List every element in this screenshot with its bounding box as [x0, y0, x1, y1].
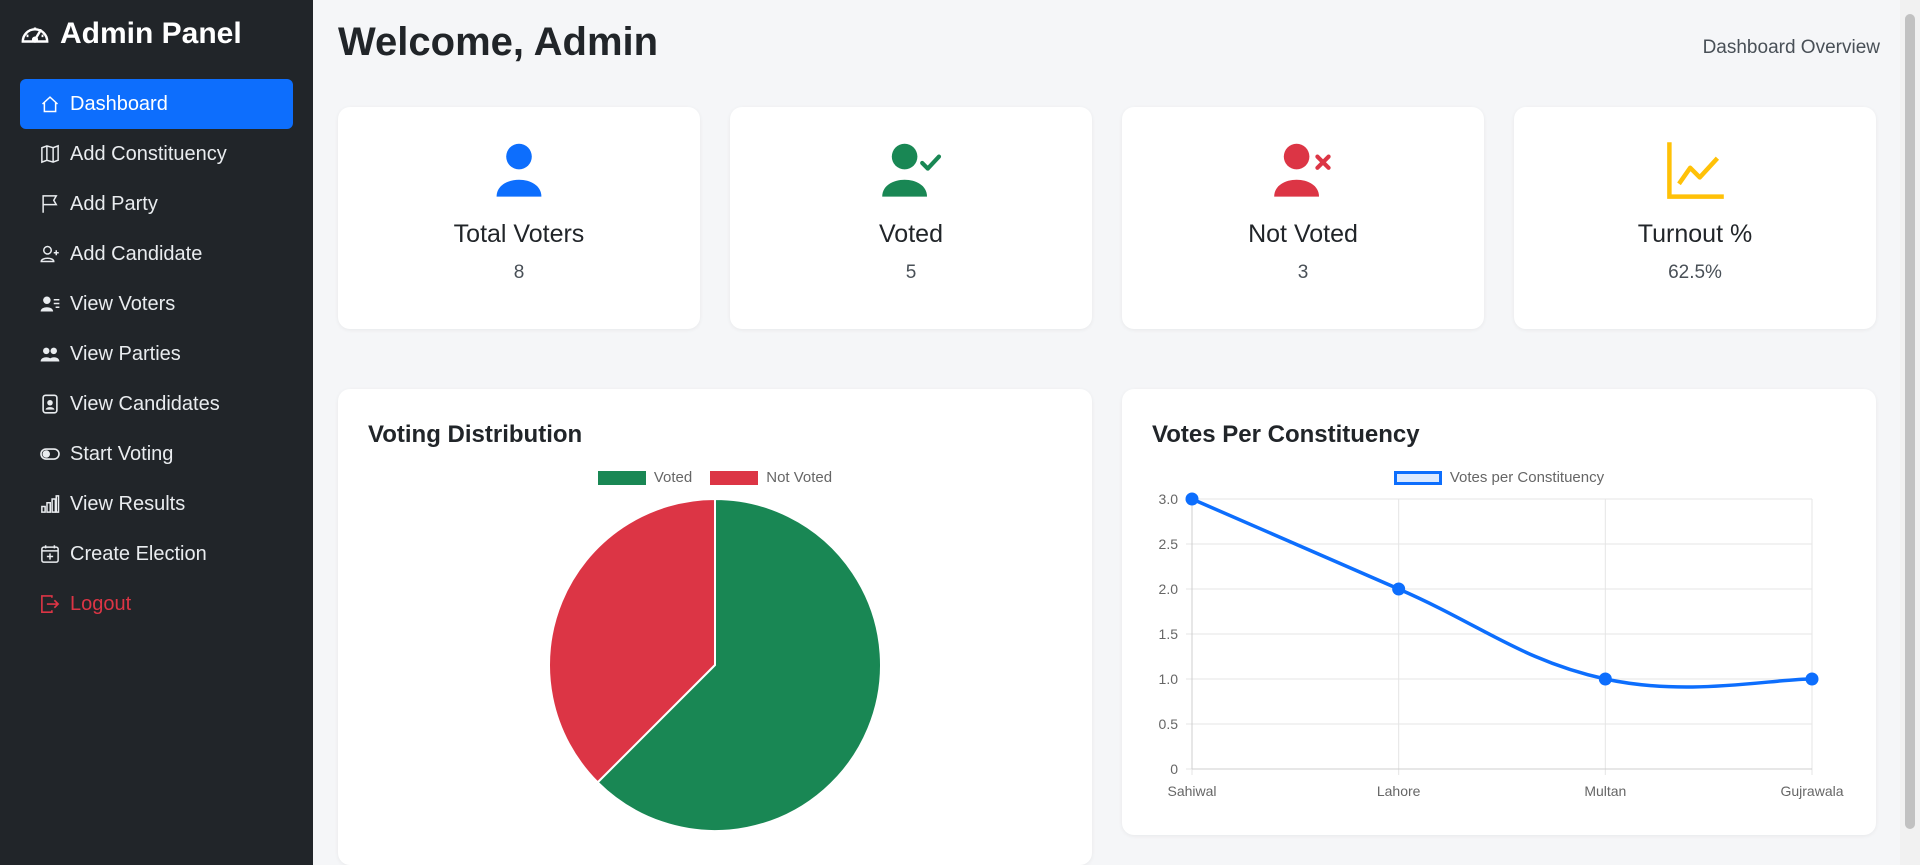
vertical-scrollbar[interactable]	[1900, 0, 1920, 865]
y-tick-label: 1.5	[1159, 626, 1179, 642]
sidebar-item-dashboard[interactable]: Dashboard	[20, 79, 293, 129]
sidebar-item-view-parties[interactable]: View Parties	[20, 329, 293, 379]
sidebar-item-view-voters[interactable]: View Voters	[20, 279, 293, 329]
sidebar-item-label: View Candidates	[70, 392, 220, 415]
people-icon	[40, 347, 60, 362]
map-icon	[41, 144, 59, 164]
x-tick-label: Gujrawala	[1780, 783, 1843, 799]
stat-value: 5	[905, 262, 917, 283]
toggle-icon	[40, 448, 60, 460]
y-tick-label: 3.0	[1159, 491, 1179, 507]
stat-label: Turnout %	[1637, 220, 1753, 248]
sidebar-item-label: Add Constituency	[70, 142, 227, 165]
page-title: Welcome, Admin	[338, 20, 659, 64]
person-badge-icon	[42, 394, 58, 414]
stat-card-voted: Voted 5	[730, 107, 1092, 329]
person-icon	[496, 143, 542, 197]
sidebar-item-add-constituency[interactable]: Add Constituency	[20, 129, 293, 179]
sidebar-item-label: Dashboard	[70, 92, 168, 115]
votes-per-constituency-card: Votes Per Constituency Votes per Constit…	[1122, 389, 1876, 835]
page-subtitle: Dashboard Overview	[1702, 37, 1880, 58]
x-tick-label: Multan	[1584, 783, 1626, 799]
sidebar-item-label: Create Election	[70, 542, 207, 565]
x-tick-label: Sahiwal	[1167, 783, 1216, 799]
sidebar-item-start-voting[interactable]: Start Voting	[20, 429, 293, 479]
stat-card-turnout: Turnout % 62.5%	[1514, 107, 1876, 329]
y-tick-label: 1.0	[1159, 671, 1179, 687]
sidebar-item-add-party[interactable]: Add Party	[20, 179, 293, 229]
sidebar-item-label: Add Party	[70, 192, 158, 215]
sidebar-item-logout[interactable]: Logout	[20, 579, 293, 629]
person-add-icon	[40, 245, 59, 263]
sidebar-item-label: Start Voting	[70, 442, 174, 465]
graph-up-icon	[1667, 142, 1724, 199]
home-icon	[41, 96, 59, 113]
flag-icon	[42, 195, 58, 213]
y-tick-label: 0	[1170, 761, 1178, 777]
y-tick-label: 2.5	[1159, 536, 1179, 552]
stat-card-total-voters: Total Voters 8	[338, 107, 700, 329]
sidebar-item-label: View Results	[70, 492, 186, 515]
brand[interactable]: Admin Panel	[20, 14, 293, 54]
y-tick-label: 0.5	[1159, 716, 1179, 732]
stat-label: Not Voted	[1248, 220, 1358, 248]
data-point-sahiwal[interactable]	[1185, 492, 1199, 506]
stat-value: 62.5%	[1668, 262, 1722, 283]
bar-chart-icon	[41, 495, 60, 513]
voting-distribution-card: Voting Distribution Voted Not Voted	[338, 389, 1092, 865]
data-point-lahore[interactable]	[1392, 582, 1406, 596]
sidebar-item-add-candidate[interactable]: Add Candidate	[20, 229, 293, 279]
sidebar-item-view-results[interactable]: View Results	[20, 479, 293, 529]
sidebar-item-label: Logout	[70, 592, 132, 615]
line-chart: 0 0.5 1.0 1.5 2.0 2.5 3.0 Sahiwal Lahore Multan Gu…	[1159, 491, 1844, 799]
data-point-multan[interactable]	[1598, 672, 1612, 686]
person-lines-icon	[40, 296, 60, 312]
stat-value: 3	[1297, 262, 1309, 283]
stat-value: 8	[513, 262, 525, 283]
y-tick-label: 2.0	[1159, 581, 1179, 597]
sidebar-item-create-election[interactable]: Create Election	[20, 529, 293, 579]
sidebar: Admin Panel Dashboard Add Constituency A…	[0, 0, 313, 865]
pie-chart	[548, 497, 882, 832]
sidebar-item-label: Add Candidate	[70, 242, 203, 265]
person-check-icon	[882, 143, 942, 197]
main-content: Welcome, Admin Dashboard Overview Total …	[313, 0, 1900, 865]
logout-icon	[41, 595, 60, 613]
brand-label: Admin Panel	[60, 17, 242, 50]
series-line-votes	[1191, 497, 1813, 689]
data-point-gujrawala[interactable]	[1805, 672, 1819, 686]
scrollbar-thumb[interactable]	[1905, 14, 1915, 829]
sidebar-item-view-candidates[interactable]: View Candidates	[20, 379, 293, 429]
x-tick-label: Lahore	[1377, 783, 1421, 799]
sidebar-item-label: View Parties	[70, 342, 181, 365]
stat-label: Voted	[879, 220, 943, 248]
stat-card-not-voted: Not Voted 3	[1122, 107, 1484, 329]
sidebar-item-label: View Voters	[70, 292, 176, 315]
person-x-icon	[1274, 143, 1331, 197]
speedometer-icon	[21, 27, 49, 43]
stat-label: Total Voters	[453, 220, 585, 248]
calendar-plus-icon	[41, 545, 59, 563]
